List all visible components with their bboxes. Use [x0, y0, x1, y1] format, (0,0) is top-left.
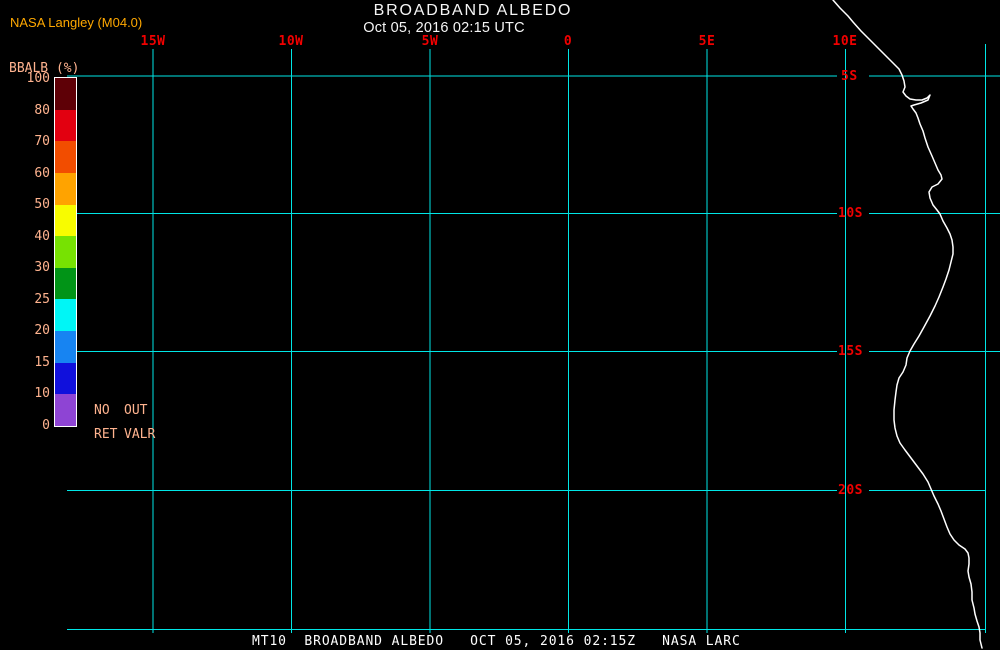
- page-title: BROADBAND ALBEDO: [373, 2, 573, 19]
- flag-label-valr: VALR: [124, 427, 156, 442]
- colorbar-tick-20: 20: [34, 323, 50, 338]
- colorbar-tick-40: 40: [34, 229, 50, 244]
- colorbar-segment: [55, 141, 76, 173]
- colorbar-segment: [55, 172, 76, 205]
- colorbar-segment: [55, 109, 76, 142]
- colorbar-segment: [55, 78, 76, 110]
- colorbar-tick-25: 25: [34, 292, 50, 307]
- flag-label-out: OUT: [124, 403, 148, 418]
- lon-label-5e: 5E: [698, 34, 716, 49]
- lon-label-5w: 5W: [421, 34, 439, 49]
- colorbar-tick-10: 10: [34, 386, 50, 401]
- flag-label-ret: RET: [94, 427, 118, 442]
- lon-label-10e: 10E: [832, 34, 858, 49]
- colorbar-tick-30: 30: [34, 260, 50, 275]
- map-canvas: [67, 0, 1000, 649]
- colorbar-segment: [55, 204, 76, 237]
- colorbar-tick-15: 15: [34, 355, 50, 370]
- lon-label-15w: 15W: [140, 34, 166, 49]
- colorbar-tick-100: 100: [26, 71, 50, 86]
- footer-caption: MT10 BROADBAND ALBEDO OCT 05, 2016 02:15…: [252, 634, 741, 649]
- colorbar-tick-0: 0: [42, 418, 50, 433]
- coastline-path: [832, 0, 983, 649]
- flag-label-no: NO: [94, 403, 110, 418]
- colorbar-segment: [55, 236, 76, 268]
- colorbar-tick-70: 70: [34, 134, 50, 149]
- colorbar-tick-80: 80: [34, 103, 50, 118]
- lon-label-10w: 10W: [278, 34, 304, 49]
- latlon-grid: [67, 44, 1000, 633]
- lat-label-20s: 20S: [838, 483, 863, 498]
- lat-label-10s: 10S: [838, 206, 863, 221]
- lat-label-15s: 15S: [838, 344, 863, 359]
- colorbar-segment: [55, 299, 76, 332]
- source-version-label: NASA Langley (M04.0): [10, 15, 143, 30]
- timestamp-subtitle: Oct 05, 2016 02:15 UTC: [363, 20, 525, 36]
- colorbar-segment: [55, 394, 76, 427]
- colorbar-tick-50: 50: [34, 197, 50, 212]
- colorbar-segment: [55, 267, 76, 300]
- satellite-product-frame: NASA Langley (M04.0) BROADBAND ALBEDO Oc…: [0, 0, 1000, 650]
- colorbar-segment: [55, 331, 76, 363]
- lon-label-0: 0: [563, 34, 573, 49]
- lat-label-5s: 5S: [841, 69, 858, 84]
- colorbar-segment: [55, 362, 76, 395]
- colorbar-tick-60: 60: [34, 166, 50, 181]
- colorbar: [54, 77, 77, 427]
